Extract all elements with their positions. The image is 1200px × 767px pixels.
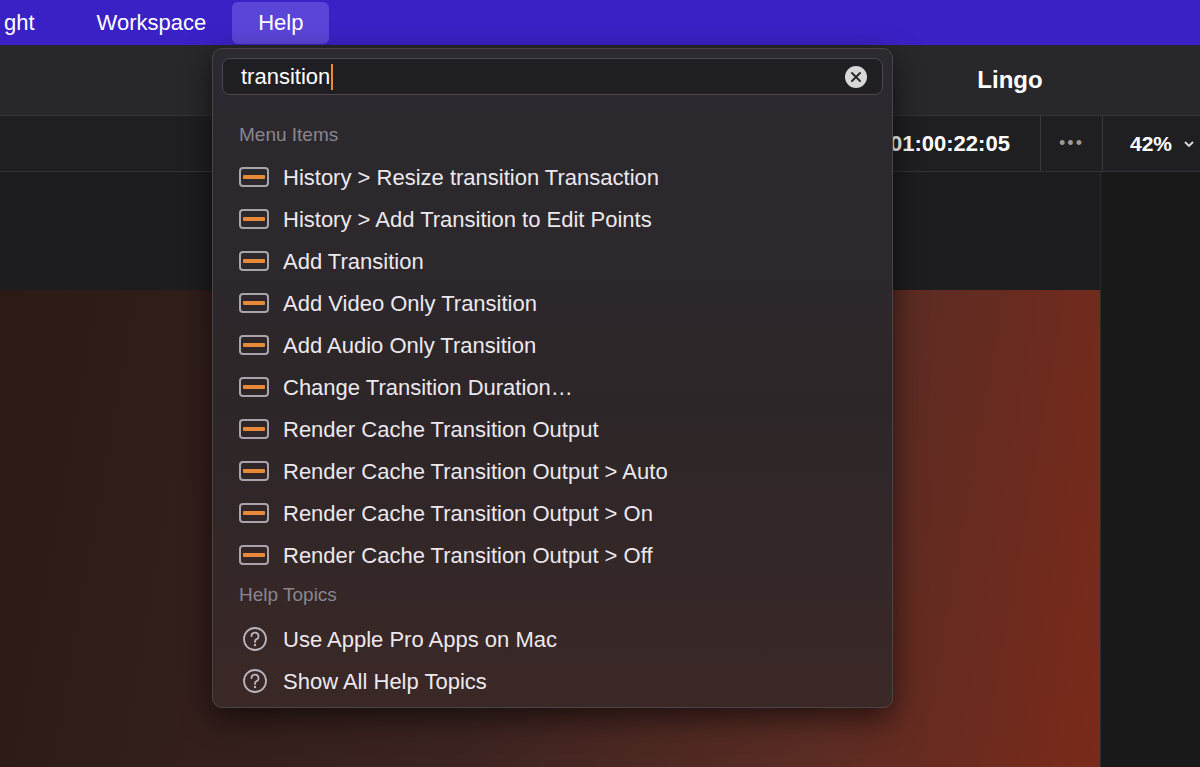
help-topic-result[interactable]: Show All Help Topics <box>222 660 883 702</box>
zoom-menu[interactable]: 42% <box>1102 116 1200 171</box>
menu-item-icon <box>239 419 269 439</box>
menu-item-result[interactable]: Render Cache Transition Output <box>222 408 883 450</box>
menu-section: Help TopicsUse Apple Pro Apps on MacShow… <box>222 576 883 702</box>
search-field[interactable]: transition <box>222 58 883 95</box>
menu-bar-item[interactable]: ght <box>0 2 71 44</box>
app-window: ghtWorkspaceHelp Lingo 01:00:22:05••• 42% tr… <box>0 0 1200 767</box>
menu-item-result[interactable]: Render Cache Transition Output > Auto <box>222 450 883 492</box>
menu-item-result[interactable]: Render Cache Transition Output > Off <box>222 534 883 576</box>
right-panel <box>1100 172 1200 767</box>
timecode: 01:00:22:05 <box>890 116 1040 171</box>
menu-bar: ghtWorkspaceHelp <box>0 0 1200 45</box>
menu-item-result[interactable]: History > Resize transition Transaction <box>222 156 883 198</box>
zoom-value: 42% <box>1130 128 1172 160</box>
section-heading: Menu Items <box>222 95 883 156</box>
menu-section: Menu ItemsHistory > Resize transition Tr… <box>222 95 883 576</box>
text-cursor <box>331 64 333 90</box>
help-menu: transitionMenu ItemsHistory > Resize tra… <box>212 48 893 708</box>
menu-item-result[interactable]: Add Audio Only Transition <box>222 324 883 366</box>
menu-item-icon <box>239 209 269 229</box>
menu-item-icon <box>239 503 269 523</box>
menu-item-result[interactable]: Change Transition Duration… <box>222 366 883 408</box>
menu-bar-item[interactable]: Workspace <box>71 2 233 44</box>
menu-item-icon <box>239 545 269 565</box>
menu-item-icon <box>239 167 269 187</box>
menu-item-icon <box>239 335 269 355</box>
more-button[interactable]: ••• <box>1040 116 1102 171</box>
project-title: Lingo <box>890 62 1130 98</box>
menu-item-icon <box>239 461 269 481</box>
help-topic-icon <box>242 668 268 694</box>
menu-item-result[interactable]: Render Cache Transition Output > On <box>222 492 883 534</box>
section-heading: Help Topics <box>222 576 883 618</box>
menu-item-icon <box>239 251 269 271</box>
search-text: transition <box>241 60 330 93</box>
menu-item-result[interactable]: Add Transition <box>222 240 883 282</box>
help-topic-icon <box>242 626 268 652</box>
chevron-down-icon <box>1184 140 1194 148</box>
menu-item-icon <box>239 377 269 397</box>
help-topic-result[interactable]: Use Apple Pro Apps on Mac <box>222 618 883 660</box>
menu-item-result[interactable]: History > Add Transition to Edit Points <box>222 198 883 240</box>
menu-item-result[interactable]: Add Video Only Transition <box>222 282 883 324</box>
clear-search-icon[interactable] <box>844 65 868 89</box>
menu-bar-item[interactable]: Help <box>232 2 329 44</box>
menu-item-icon <box>239 293 269 313</box>
